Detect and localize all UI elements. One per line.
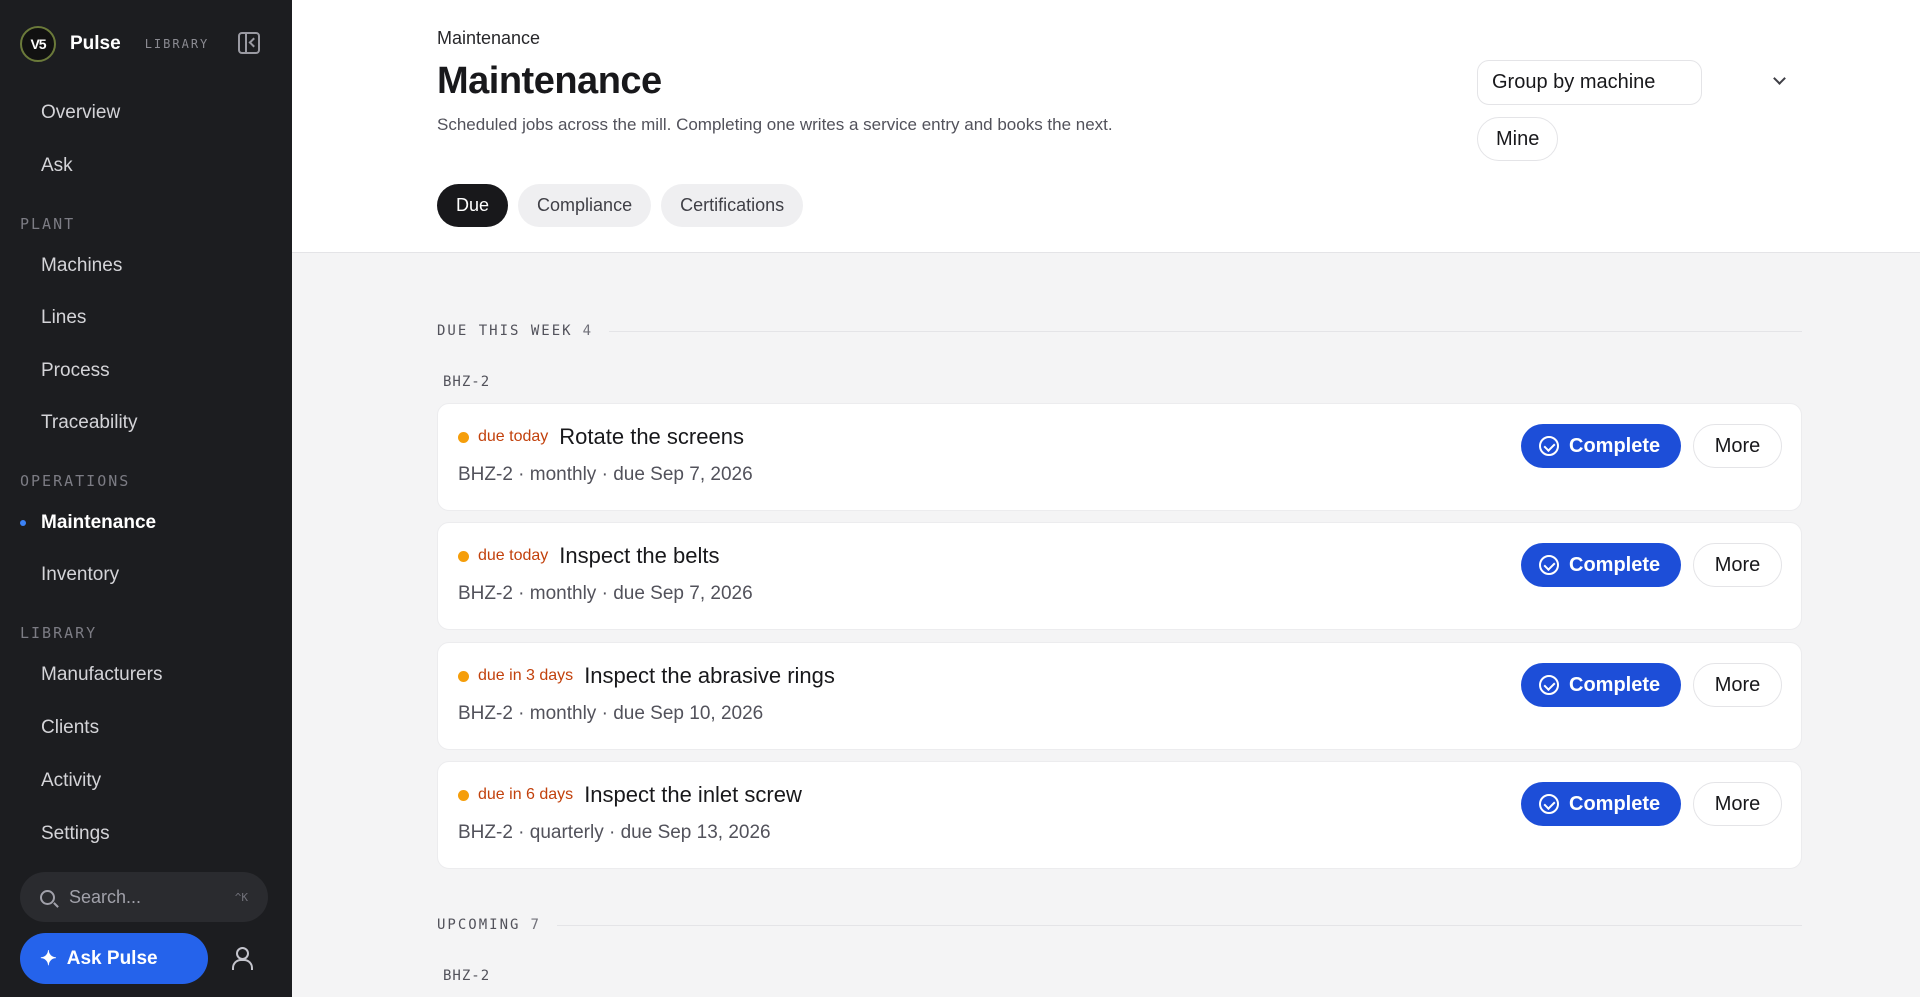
section-label-plant: PLANT (20, 215, 76, 233)
user-icon[interactable] (230, 946, 253, 970)
sidebar-item-label: Clients (41, 717, 100, 738)
sidebar-item-clients[interactable]: Clients (20, 706, 272, 750)
job-title[interactable]: Inspect the abrasive rings (584, 663, 835, 689)
due-label: due today (478, 428, 549, 445)
due-status-icon (458, 431, 469, 443)
sidebar-item-inventory[interactable]: Inventory (20, 553, 272, 597)
complete-label: Complete (1569, 434, 1661, 457)
section-label-operations: OPERATIONS (20, 472, 131, 490)
sidebar-item-activity[interactable]: Activity (20, 759, 272, 803)
tab-due[interactable]: Due (437, 184, 509, 227)
group-count: 7 (530, 917, 541, 933)
sidebar-item-machines[interactable]: Machines (20, 244, 272, 288)
sidebar-item-label: Lines (41, 307, 87, 328)
sidebar-item-label: Ask (41, 155, 73, 176)
tab-certifications[interactable]: Certifications (661, 184, 804, 227)
job-title[interactable]: Inspect the belts (559, 543, 719, 569)
sidebar-item-label: Process (41, 360, 110, 381)
complete-button[interactable]: Complete (1521, 663, 1681, 707)
sidebar-item-label: Manufacturers (41, 664, 163, 685)
complete-label: Complete (1569, 792, 1661, 815)
search-placeholder: Search... (69, 886, 142, 907)
job-card: due in 6 days Inspect the inlet screw BH… (437, 761, 1802, 869)
sidebar-item-label: Machines (41, 255, 123, 276)
complete-button[interactable]: Complete (1521, 424, 1681, 468)
complete-button[interactable]: Complete (1521, 782, 1681, 826)
sidebar-item-label: Inventory (41, 564, 120, 585)
complete-label: Complete (1569, 673, 1661, 696)
sidebar-item-label: Traceability (41, 412, 138, 433)
check-circle-icon (1539, 794, 1559, 814)
sidebar-item-label: Maintenance (41, 512, 157, 533)
sidebar-item-label: Activity (41, 770, 102, 791)
due-label: due in 3 days (478, 667, 574, 684)
sparkle-icon: ✦ (40, 948, 57, 970)
section-label-library: LIBRARY (20, 624, 98, 642)
page-subtitle: Scheduled jobs across the mill. Completi… (437, 115, 1113, 134)
ask-pulse-button[interactable]: ✦ Ask Pulse (20, 933, 208, 984)
divider (609, 330, 1802, 332)
check-circle-icon (1539, 436, 1559, 456)
group-by-select[interactable]: Group by machine (1477, 60, 1702, 105)
sidebar-item-label: Overview (41, 102, 121, 123)
sidebar: V5 Pulse LIBRARY Overview Ask PLANT Mach… (0, 0, 292, 997)
complete-label: Complete (1569, 553, 1661, 576)
machine-label: BHZ-2 (443, 968, 491, 984)
brand: V5 Pulse LIBRARY (20, 26, 260, 62)
due-label: due today (478, 547, 549, 564)
due-label: due in 6 days (478, 786, 574, 803)
group-label: UPCOMING (437, 917, 521, 933)
search-shortcut: ^K (234, 890, 248, 904)
job-meta: BHZ-2 · quarterly · due Sep 13, 2026 (458, 822, 771, 843)
active-indicator-icon (20, 520, 26, 526)
tab-compliance[interactable]: Compliance (518, 184, 652, 227)
more-button[interactable]: More (1693, 543, 1782, 587)
job-meta: BHZ-2 · monthly · due Sep 7, 2026 (458, 464, 753, 485)
check-circle-icon (1539, 555, 1559, 575)
breadcrumb[interactable]: Maintenance (437, 28, 540, 49)
sidebar-item-lines[interactable]: Lines (20, 296, 272, 340)
group-header: DUE THIS WEEK 4 (437, 323, 1802, 339)
job-card: due today Inspect the belts BHZ-2 · mont… (437, 522, 1802, 630)
group-count: 4 (582, 323, 594, 339)
ask-pulse-label: Ask Pulse (66, 947, 158, 969)
job-meta: BHZ-2 · monthly · due Sep 7, 2026 (458, 583, 753, 604)
collapse-sidebar-icon[interactable] (238, 32, 260, 54)
due-status-icon (458, 789, 469, 801)
app-tag: LIBRARY (144, 37, 210, 51)
search-icon (40, 889, 55, 905)
due-status-icon (458, 550, 469, 562)
job-card: due today Rotate the screens BHZ-2 · mon… (437, 403, 1802, 511)
divider (556, 924, 1802, 926)
logo-icon: V5 (20, 26, 56, 62)
group-label: DUE THIS WEEK (437, 323, 573, 339)
search-input[interactable]: Search... ^K (20, 872, 268, 922)
more-button[interactable]: More (1693, 663, 1782, 707)
complete-button[interactable]: Complete (1521, 543, 1681, 587)
mine-filter-button[interactable]: Mine (1477, 117, 1559, 161)
job-title[interactable]: Inspect the inlet screw (584, 782, 802, 808)
job-title[interactable]: Rotate the screens (559, 424, 744, 450)
page-title: Maintenance (437, 60, 662, 102)
sidebar-item-label: Settings (41, 823, 110, 844)
page-header: Maintenance Maintenance Scheduled jobs a… (292, 0, 1920, 253)
group-header: UPCOMING 7 (437, 917, 1802, 933)
more-button[interactable]: More (1693, 424, 1782, 468)
sidebar-item-manufacturers[interactable]: Manufacturers (20, 653, 272, 697)
job-meta: BHZ-2 · monthly · due Sep 10, 2026 (458, 703, 764, 724)
tab-bar: Due Compliance Certifications (437, 184, 804, 227)
sidebar-item-settings[interactable]: Settings (20, 812, 272, 856)
sidebar-item-process[interactable]: Process (20, 349, 272, 393)
job-card: due in 3 days Inspect the abrasive rings… (437, 642, 1802, 750)
sidebar-item-overview[interactable]: Overview (20, 91, 272, 135)
machine-label: BHZ-2 (443, 374, 491, 390)
more-button[interactable]: More (1693, 782, 1782, 826)
check-circle-icon (1539, 675, 1559, 695)
sidebar-item-ask[interactable]: Ask (20, 144, 272, 188)
sidebar-item-maintenance[interactable]: Maintenance (20, 501, 272, 545)
chevron-down-icon[interactable] (1773, 72, 1786, 85)
sidebar-item-traceability[interactable]: Traceability (20, 401, 272, 445)
app-name: Pulse (70, 33, 121, 54)
due-status-icon (458, 670, 469, 682)
